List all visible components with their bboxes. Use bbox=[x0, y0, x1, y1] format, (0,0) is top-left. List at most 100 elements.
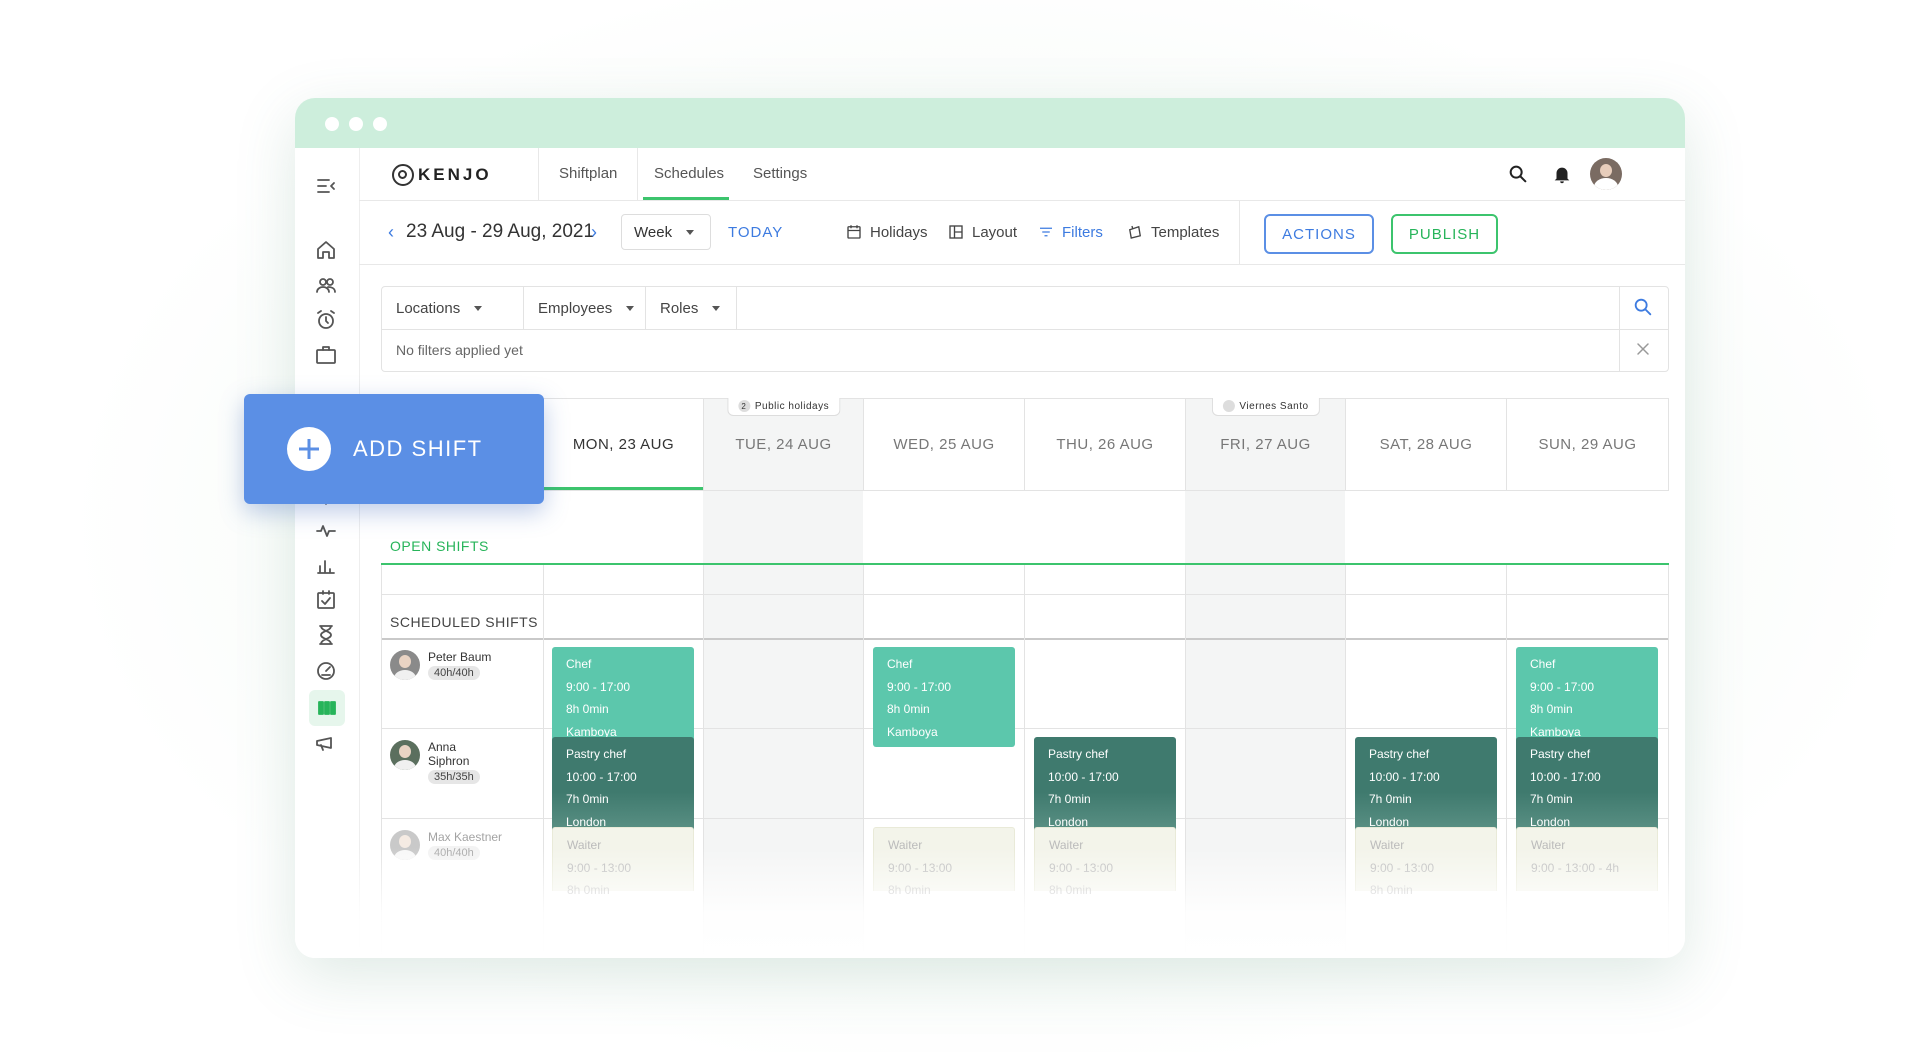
filter-panel: Locations Employees Roles No filters app… bbox=[381, 286, 1669, 372]
day-header-sat[interactable]: SAT, 28 AUG bbox=[1345, 398, 1506, 490]
filters-button[interactable]: Filters bbox=[1037, 200, 1103, 264]
shift-role: Pastry chef bbox=[1048, 747, 1109, 761]
open-shifts-row[interactable] bbox=[381, 565, 1669, 595]
date-range: 23 Aug - 29 Aug, 2021 bbox=[406, 221, 595, 242]
shift-time: 10:00 - 17:00 bbox=[566, 769, 637, 784]
day-header-thu[interactable]: THU, 26 AUG bbox=[1024, 398, 1185, 490]
prev-week-button[interactable]: ‹ bbox=[388, 200, 394, 264]
day-header-fri[interactable]: Viernes Santo FRI, 27 AUG bbox=[1185, 398, 1345, 490]
shift-card[interactable]: Pastry chef 10:00 - 17:00 7h 0min London bbox=[1355, 737, 1497, 837]
hours-badge: 40h/40h bbox=[428, 846, 480, 860]
megaphone-icon[interactable] bbox=[311, 730, 341, 758]
shift-card[interactable]: Pastry chef 10:00 - 17:00 7h 0min London bbox=[1034, 737, 1176, 837]
user-avatar[interactable] bbox=[1590, 158, 1622, 190]
next-week-button[interactable]: › bbox=[591, 200, 597, 264]
window-titlebar bbox=[295, 98, 1685, 148]
shift-duration: 7h 0min bbox=[566, 792, 609, 806]
hours-badge: 35h/35h bbox=[428, 770, 480, 784]
shift-role: Waiter bbox=[1531, 838, 1566, 852]
shift-card[interactable]: Waiter 9:00 - 13:00 - 4h bbox=[1516, 827, 1658, 891]
shift-duration: 7h 0min bbox=[1369, 792, 1412, 806]
app-window: KENJO Shiftplan Schedules Settings ‹ 23 … bbox=[295, 98, 1685, 958]
filter-search-input[interactable] bbox=[737, 287, 1619, 329]
grid-line bbox=[1024, 565, 1025, 958]
shift-duration: 8h 0min bbox=[1370, 883, 1413, 897]
employee-row-header[interactable]: Peter Baum 40h/40h bbox=[390, 650, 491, 680]
shift-time: 9:00 - 17:00 bbox=[566, 679, 631, 694]
chevron-down-icon bbox=[686, 229, 695, 235]
shift-card[interactable]: Waiter 9:00 - 13:00 8h 0min bbox=[552, 827, 694, 897]
day-header-sun[interactable]: SUN, 29 AUG bbox=[1506, 398, 1669, 490]
alarm-clock-icon[interactable] bbox=[311, 306, 341, 334]
tab-schedules[interactable]: Schedules bbox=[654, 148, 724, 200]
day-label: SAT, 28 AUG bbox=[1379, 436, 1473, 453]
shift-card[interactable]: Waiter 9:00 - 13:00 8h 0min bbox=[873, 827, 1015, 897]
home-icon[interactable] bbox=[311, 236, 341, 264]
window-dot bbox=[373, 117, 387, 131]
nav-divider bbox=[538, 148, 539, 200]
shift-card[interactable]: Waiter 9:00 - 13:00 8h 0min bbox=[1034, 827, 1176, 897]
shift-time: 9:00 - 13:00 bbox=[1049, 860, 1114, 875]
shift-time: 10:00 - 17:00 bbox=[1530, 769, 1601, 784]
search-icon[interactable] bbox=[1632, 296, 1654, 323]
grid-line bbox=[1345, 565, 1346, 958]
day-header-tue[interactable]: 2 Public holidays TUE, 24 AUG bbox=[703, 398, 863, 490]
employee-row-header[interactable]: Anna Siphron 35h/35h bbox=[390, 740, 488, 784]
shift-role: Chef bbox=[1530, 657, 1556, 671]
shift-card[interactable]: Chef 9:00 - 17:00 8h 0min Kamboya bbox=[552, 647, 694, 747]
shift-card[interactable]: Waiter 9:00 - 13:00 8h 0min bbox=[1355, 827, 1497, 897]
schedule-grid: MON, 23 AUG 2 Public holidays TUE, 24 AUG… bbox=[381, 398, 1669, 958]
shift-card[interactable]: Chef 9:00 - 17:00 8h 0min Kamboya bbox=[873, 647, 1015, 747]
shift-role: Waiter bbox=[888, 838, 923, 852]
shift-role: Pastry chef bbox=[1369, 747, 1430, 761]
checklist-icon[interactable] bbox=[311, 586, 341, 614]
view-select[interactable]: Week bbox=[621, 214, 711, 250]
employee-name: Max Kaestner bbox=[428, 830, 503, 844]
day-header-wed[interactable]: WED, 25 AUG bbox=[863, 398, 1024, 490]
hourglass-icon[interactable] bbox=[311, 621, 341, 649]
shift-card[interactable]: Pastry chef 10:00 - 17:00 7h 0min London bbox=[1516, 737, 1658, 837]
holiday-badge: 2 Public holidays bbox=[726, 398, 841, 416]
shift-role: Pastry chef bbox=[1530, 747, 1591, 761]
shift-role: Pastry chef bbox=[566, 747, 627, 761]
actions-button[interactable]: ACTIONS bbox=[1264, 214, 1374, 254]
employee-name: Peter Baum bbox=[428, 650, 492, 664]
locations-dropdown[interactable]: Locations bbox=[382, 287, 524, 329]
publish-button[interactable]: PUBLISH bbox=[1391, 214, 1498, 254]
shift-card[interactable]: Pastry chef 10:00 - 17:00 7h 0min London bbox=[552, 737, 694, 837]
bell-icon[interactable] bbox=[1551, 163, 1573, 190]
employees-label: Employees bbox=[538, 299, 613, 317]
add-shift-button[interactable]: ADD SHIFT bbox=[244, 394, 544, 504]
templates-icon bbox=[1128, 225, 1142, 239]
shift-time: 10:00 - 17:00 bbox=[1369, 769, 1440, 784]
top-navigation: KENJO Shiftplan Schedules Settings bbox=[359, 148, 1685, 201]
templates-button[interactable]: Templates bbox=[1126, 200, 1219, 264]
shift-card[interactable]: Chef 9:00 - 17:00 8h 0min Kamboya bbox=[1516, 647, 1658, 747]
employees-dropdown[interactable]: Employees bbox=[524, 287, 646, 329]
menu-collapse-icon[interactable] bbox=[311, 172, 341, 200]
people-icon[interactable] bbox=[311, 271, 341, 299]
holiday-badge: Viernes Santo bbox=[1211, 398, 1320, 416]
day-header-mon[interactable]: MON, 23 AUG bbox=[543, 398, 703, 490]
scheduled-shifts-label: SCHEDULED SHIFTS bbox=[390, 614, 539, 630]
filters-label: Filters bbox=[1062, 223, 1103, 241]
gauge-icon[interactable] bbox=[311, 656, 341, 684]
tab-shiftplan[interactable]: Shiftplan bbox=[559, 148, 617, 200]
roles-dropdown[interactable]: Roles bbox=[646, 287, 737, 329]
kenjo-logo[interactable]: KENJO bbox=[392, 162, 492, 188]
layout-button[interactable]: Layout bbox=[947, 200, 1017, 264]
briefcase-icon[interactable] bbox=[311, 341, 341, 369]
holidays-button[interactable]: Holidays bbox=[845, 200, 928, 264]
close-icon[interactable] bbox=[1633, 339, 1653, 364]
employee-row-header[interactable]: Max Kaestner 40h/40h bbox=[390, 830, 502, 860]
shift-time: 9:00 - 17:00 bbox=[887, 679, 952, 694]
chevron-down-icon bbox=[626, 305, 635, 311]
tab-settings[interactable]: Settings bbox=[753, 148, 807, 200]
pulse-icon[interactable] bbox=[311, 516, 341, 544]
bar-chart-icon[interactable] bbox=[311, 551, 341, 579]
search-icon[interactable] bbox=[1507, 163, 1529, 190]
shiftplan-icon[interactable] bbox=[309, 690, 345, 726]
today-button[interactable]: TODAY bbox=[728, 200, 783, 264]
chevron-down-icon bbox=[712, 305, 721, 311]
grid-line bbox=[1668, 565, 1669, 958]
